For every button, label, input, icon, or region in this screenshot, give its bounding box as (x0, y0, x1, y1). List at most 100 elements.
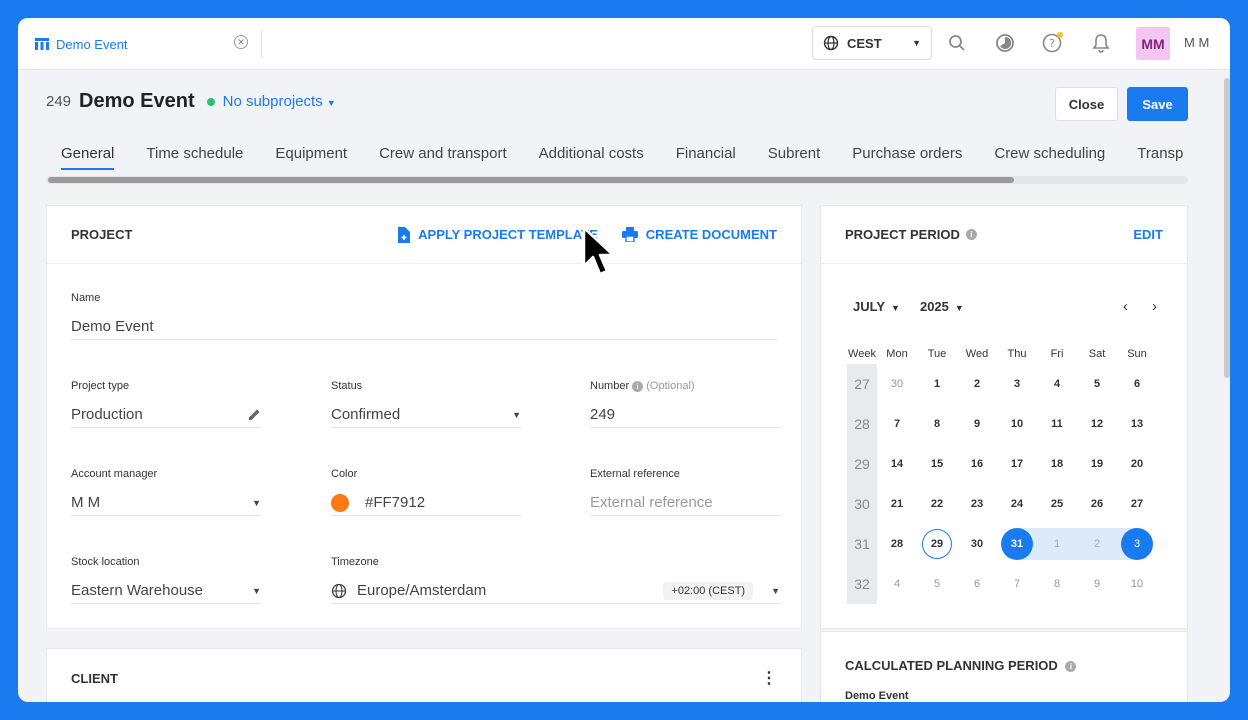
calendar-day[interactable]: 13 (1117, 408, 1157, 440)
calendar-day[interactable]: 3 (997, 368, 1037, 400)
calendar-day[interactable]: 5 (1077, 368, 1117, 400)
bell-icon[interactable] (1090, 32, 1112, 54)
external-reference-field[interactable]: External reference External reference (590, 468, 780, 516)
number-field[interactable]: Number i (Optional) 249 (590, 380, 780, 428)
calendar-day[interactable]: 20 (1117, 448, 1157, 480)
search-icon[interactable] (946, 32, 968, 54)
timezone-select[interactable]: Europe/Amsterdam +02:00 (CEST) ▼ (331, 578, 780, 604)
calendar-day[interactable]: 8 (917, 408, 957, 440)
stock-location-select[interactable]: Eastern Warehouse ▼ (71, 578, 261, 604)
info-icon[interactable]: i (965, 229, 977, 240)
previous-month-icon[interactable]: ‹ (1123, 298, 1128, 315)
calendar-day[interactable]: 25 (1037, 488, 1077, 520)
calendar-day[interactable]: 30 (957, 528, 997, 560)
user-name[interactable]: M M (1184, 35, 1209, 50)
save-button[interactable]: Save (1127, 87, 1188, 121)
status-select[interactable]: Confirmed ▼ (331, 402, 521, 428)
calendar-day[interactable]: 26 (1077, 488, 1117, 520)
stock-location-field[interactable]: Stock location Eastern Warehouse ▼ (71, 556, 261, 604)
calendar-day[interactable]: 4 (877, 568, 917, 600)
subprojects-dropdown[interactable]: No subprojects ▼ (223, 93, 336, 110)
calendar-day[interactable]: 14 (877, 448, 917, 480)
color-swatch[interactable] (331, 493, 349, 512)
weekday-label: Week (848, 348, 876, 360)
tab-subrent[interactable]: Subrent (768, 142, 821, 174)
tab-crew-and-transport[interactable]: Crew and transport (379, 142, 507, 174)
user-avatar[interactable]: MM (1136, 27, 1170, 60)
status-field[interactable]: Status Confirmed ▼ (331, 380, 521, 428)
kebab-menu-icon[interactable]: ⋮ (761, 668, 777, 688)
tab-scroll-thumb[interactable] (48, 177, 1014, 183)
calendar-day[interactable]: 15 (917, 448, 957, 480)
vertical-scrollbar[interactable] (1224, 78, 1230, 378)
edit-period-button[interactable]: EDIT (1133, 227, 1163, 242)
close-tab-icon[interactable]: ✕ (234, 35, 248, 49)
calendar-day[interactable]: 30 (877, 368, 917, 400)
calendar-day[interactable]: 9 (1077, 568, 1117, 600)
calendar-day[interactable]: 21 (877, 488, 917, 520)
calendar-day[interactable]: 9 (957, 408, 997, 440)
calendar-day[interactable]: 31 (997, 528, 1037, 560)
calendar-day[interactable]: 5 (917, 568, 957, 600)
project-period-header: PROJECT PERIOD i EDIT (821, 206, 1187, 264)
calendar-day[interactable]: 22 (917, 488, 957, 520)
close-button[interactable]: Close (1055, 87, 1118, 121)
timezone-selector[interactable]: CEST ▼ (812, 26, 932, 60)
create-document-button[interactable]: CREATE DOCUMENT (621, 227, 777, 242)
calendar-day[interactable]: 18 (1037, 448, 1077, 480)
number-input[interactable]: 249 (590, 402, 780, 428)
name-field[interactable]: Name Demo Event (71, 292, 777, 340)
account-manager-field[interactable]: Account manager M M ▼ (71, 468, 261, 516)
calendar-day[interactable]: 4 (1037, 368, 1077, 400)
calendar-day[interactable]: 23 (957, 488, 997, 520)
tab-general[interactable]: General (61, 142, 115, 174)
calendar-day[interactable]: 10 (997, 408, 1037, 440)
calendar-day[interactable]: 1 (1037, 528, 1077, 560)
name-input[interactable]: Demo Event (71, 314, 777, 340)
calendar-day[interactable]: 2 (1077, 528, 1117, 560)
apply-template-button[interactable]: APPLY PROJECT TEMPLATE (397, 226, 598, 243)
tab-crew-scheduling[interactable]: Crew scheduling (994, 142, 1105, 174)
calendar-day[interactable]: 11 (1037, 408, 1077, 440)
account-manager-select[interactable]: M M ▼ (71, 490, 261, 516)
calendar-day[interactable]: 2 (957, 368, 997, 400)
year-select[interactable]: 2025 ▼ (920, 299, 964, 314)
tab-time-schedule[interactable]: Time schedule (146, 142, 243, 174)
calendar-day[interactable]: 7 (997, 568, 1037, 600)
timezone-field[interactable]: Timezone Europe/Amsterdam +02:00 (CEST) … (331, 556, 780, 604)
tab-transp[interactable]: Transp (1137, 142, 1183, 174)
pencil-icon[interactable] (248, 408, 261, 421)
calendar-day[interactable]: 6 (1117, 368, 1157, 400)
calendar-day[interactable]: 16 (957, 448, 997, 480)
calendar-day[interactable]: 24 (997, 488, 1037, 520)
calendar-day[interactable]: 12 (1077, 408, 1117, 440)
next-month-icon[interactable]: › (1152, 298, 1157, 315)
project-type-field[interactable]: Project type Production (71, 380, 261, 428)
tab-purchase-orders[interactable]: Purchase orders (852, 142, 962, 174)
calendar-day[interactable]: 10 (1117, 568, 1157, 600)
calendar-day[interactable]: 17 (997, 448, 1037, 480)
tab-financial[interactable]: Financial (676, 142, 736, 174)
project-type-input[interactable]: Production (71, 402, 261, 428)
help-icon[interactable]: ? (1042, 32, 1064, 54)
calendar-day[interactable]: 6 (957, 568, 997, 600)
calendar-day[interactable]: 27 (1117, 488, 1157, 520)
info-icon[interactable]: i (1065, 661, 1077, 673)
color-input[interactable]: #FF7912 (331, 490, 521, 516)
info-icon[interactable]: i (632, 380, 644, 392)
calendar-day[interactable]: 29 (917, 528, 957, 560)
tab-equipment[interactable]: Equipment (275, 142, 347, 174)
external-reference-input[interactable]: External reference (590, 490, 780, 516)
calendar-day[interactable]: 28 (877, 528, 917, 560)
color-field[interactable]: Color #FF7912 (331, 468, 521, 516)
tab-additional-costs[interactable]: Additional costs (539, 142, 644, 174)
month-select[interactable]: JULY ▼ (853, 299, 900, 314)
calendar-day[interactable]: 3 (1117, 528, 1157, 560)
pie-chart-icon[interactable] (994, 32, 1016, 54)
calendar-day[interactable]: 8 (1037, 568, 1077, 600)
calendar-day[interactable]: 7 (877, 408, 917, 440)
weekday-label: Mon (886, 348, 908, 360)
calendar-day[interactable]: 19 (1077, 448, 1117, 480)
calendar-day[interactable]: 1 (917, 368, 957, 400)
app-tab[interactable]: Demo Event (34, 18, 128, 70)
